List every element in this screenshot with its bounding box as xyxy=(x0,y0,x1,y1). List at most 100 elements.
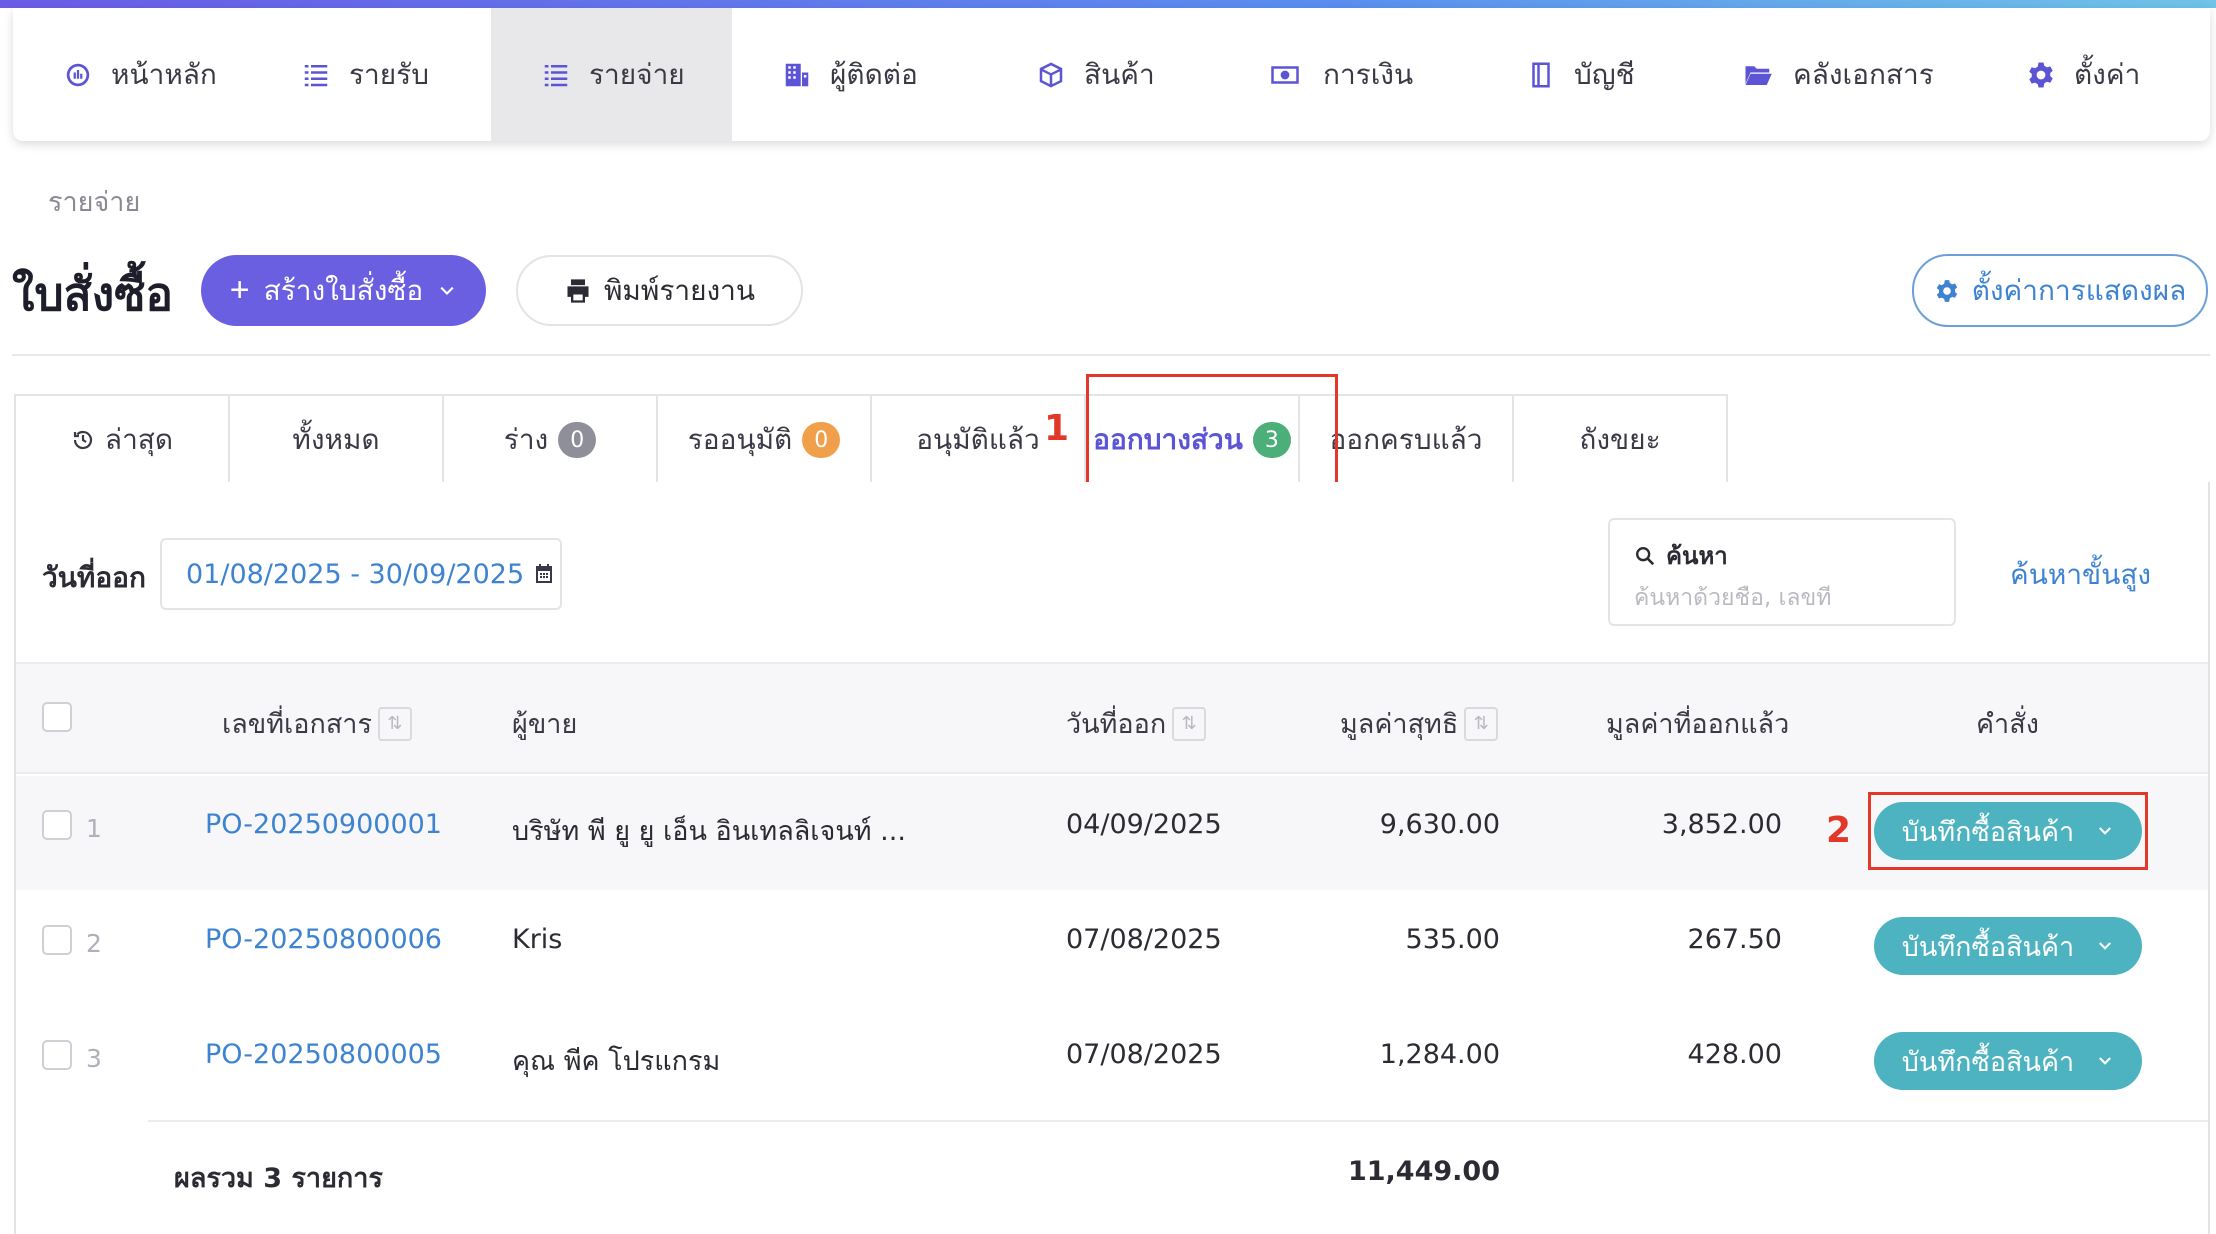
tab-awaiting-approval[interactable]: รออนุมัติ 0 xyxy=(656,394,872,484)
tab-all[interactable]: ทั้งหมด xyxy=(228,394,444,484)
page-title: ใบสั่งซื้อ xyxy=(12,267,174,321)
vendor-name: บริษัท พี ยู ยู เอ็น อินเทลลิเจนท์ ... xyxy=(512,816,906,847)
expense-list-icon xyxy=(541,60,571,90)
date-range-value: 01/08/2025 - 30/09/2025 xyxy=(186,558,525,590)
history-icon xyxy=(73,430,93,450)
tab-label: อนุมัติแล้ว xyxy=(916,423,1040,456)
nav-item-expense[interactable]: รายจ่าย xyxy=(491,8,732,141)
nav-item-label: ตั้งค่า xyxy=(2074,57,2141,91)
breadcrumb[interactable]: รายจ่าย xyxy=(48,180,140,223)
column-header-net-value[interactable]: มูลค่าสุทธิ ⇅ xyxy=(1340,702,1499,745)
sort-icon[interactable]: ⇅ xyxy=(1172,706,1207,741)
highlight-box-action xyxy=(1868,792,2148,870)
print-report-button[interactable]: พิมพ์รายงาน xyxy=(516,255,803,326)
search-box[interactable]: ค้นหา xyxy=(1608,518,1956,626)
column-header-label: มูลค่าที่ออกแล้ว xyxy=(1606,709,1790,740)
record-purchase-button[interactable]: บันทึกซื้อสินค้า xyxy=(1874,1032,2142,1090)
nav-item-documents[interactable]: คลังเอกสาร xyxy=(1691,8,1976,141)
nav-item-label: สินค้า xyxy=(1084,57,1155,91)
highlight-box-tab xyxy=(1086,374,1338,486)
nav-item-home[interactable]: หน้าหลัก xyxy=(13,8,251,141)
net-value: 9,630.00 xyxy=(1379,809,1500,840)
nav-item-finance[interactable]: การเงิน xyxy=(1215,8,1476,141)
column-header-issue-date[interactable]: วันที่ออก ⇅ xyxy=(1066,702,1207,745)
row-index: 3 xyxy=(86,1044,102,1073)
row-checkbox[interactable] xyxy=(42,925,72,955)
tab-label: ล่าสุด xyxy=(104,423,174,456)
column-header-doc-no[interactable]: เลขที่เอกสาร ⇅ xyxy=(222,702,412,745)
advanced-search-link[interactable]: ค้นหาขั้นสูง xyxy=(2010,553,2151,597)
column-header-command: คำสั่ง xyxy=(1976,702,2039,745)
record-purchase-label: บันทึกซื้อสินค้า xyxy=(1901,931,2075,962)
callout-number-2: 2 xyxy=(1826,810,1852,851)
search-input[interactable] xyxy=(1634,585,1924,611)
nav-item-label: รายจ่าย xyxy=(589,57,685,91)
tab-draft[interactable]: ร่าง 0 xyxy=(442,394,658,484)
folder-icon xyxy=(1741,60,1775,90)
select-all-checkbox[interactable] xyxy=(42,702,72,732)
sort-icon[interactable]: ⇅ xyxy=(1464,706,1499,741)
nav-item-label: รายรับ xyxy=(349,57,429,91)
column-header-vendor: ผู้ขาย xyxy=(512,702,577,745)
net-value: 1,284.00 xyxy=(1379,1039,1500,1070)
tab-label: ออกครบแล้ว xyxy=(1329,423,1483,456)
issue-date: 07/08/2025 xyxy=(1066,924,1222,955)
top-accent-bar xyxy=(0,0,2216,8)
nav-item-accounting[interactable]: บัญชี xyxy=(1476,8,1691,141)
issued-value: 3,852.00 xyxy=(1661,809,1782,840)
header-divider xyxy=(12,354,2210,356)
search-title-label: ค้นหา xyxy=(1666,542,1728,570)
column-header-label: วันที่ออก xyxy=(1066,709,1167,740)
sort-icon[interactable]: ⇅ xyxy=(377,706,412,741)
record-purchase-label: บันทึกซื้อสินค้า xyxy=(1901,1046,2075,1077)
issue-date: 04/09/2025 xyxy=(1066,809,1222,840)
row-index: 1 xyxy=(86,814,102,843)
income-list-icon xyxy=(301,60,331,90)
tab-latest[interactable]: ล่าสุด xyxy=(14,394,230,484)
nav-item-label: การเงิน xyxy=(1323,57,1414,91)
gear-icon xyxy=(2026,60,2056,90)
count-badge: 0 xyxy=(558,422,597,458)
nav-item-label: คลังเอกสาร xyxy=(1793,57,1934,91)
document-number-link[interactable]: PO-20250900001 xyxy=(205,809,442,840)
nav-item-income[interactable]: รายรับ xyxy=(251,8,491,141)
main-nav: หน้าหลัก รายรับ รายจ่าย ผู้ติดต่อ สินค้า… xyxy=(13,8,2210,141)
nav-item-products[interactable]: สินค้า xyxy=(986,8,1215,141)
chevron-down-icon xyxy=(2099,1057,2112,1065)
callout-number-1: 1 xyxy=(1044,408,1070,449)
printer-icon xyxy=(567,278,589,303)
total-net-value: 11,449.00 xyxy=(1347,1156,1500,1187)
search-title: ค้นหา xyxy=(1634,536,1930,575)
tab-label: ร่าง xyxy=(503,423,549,456)
dashboard-icon xyxy=(63,60,93,90)
column-header-issued-value: มูลค่าที่ออกแล้ว xyxy=(1606,702,1789,745)
tab-label: ถังขยะ xyxy=(1579,423,1661,456)
status-tabs: ล่าสุด ทั้งหมด ร่าง 0 รออนุมัติ 0 อนุมัต… xyxy=(14,394,1728,484)
tab-trash[interactable]: ถังขยะ xyxy=(1512,394,1728,484)
create-purchase-order-label: สร้างใบสั่งซื้อ xyxy=(263,274,424,306)
plus-icon: + xyxy=(229,271,250,309)
table-footer-divider xyxy=(148,1120,2208,1122)
total-items-label: ผลรวม 3 รายการ xyxy=(174,1163,383,1194)
display-settings-button[interactable]: ตั้งค่าการแสดงผล xyxy=(1912,254,2208,327)
nav-item-label: ผู้ติดต่อ xyxy=(830,57,918,91)
create-purchase-order-button[interactable]: + สร้างใบสั่งซื้อ xyxy=(201,255,486,326)
issued-value: 267.50 xyxy=(1687,924,1782,955)
date-range-picker[interactable]: 01/08/2025 - 30/09/2025 xyxy=(160,538,562,610)
nav-item-contacts[interactable]: ผู้ติดต่อ xyxy=(732,8,986,141)
document-number-link[interactable]: PO-20250800005 xyxy=(205,1039,442,1070)
column-header-label: เลขที่เอกสาร xyxy=(222,709,372,740)
print-report-label: พิมพ์รายงาน xyxy=(603,274,756,306)
document-number-link[interactable]: PO-20250800006 xyxy=(205,924,442,955)
count-badge: 0 xyxy=(802,422,841,458)
issue-date-filter-label: วันที่ออก xyxy=(42,561,146,594)
record-purchase-button[interactable]: บันทึกซื้อสินค้า xyxy=(1874,917,2142,975)
row-checkbox[interactable] xyxy=(42,1040,72,1070)
chevron-down-icon xyxy=(440,286,454,295)
row-checkbox[interactable] xyxy=(42,810,72,840)
column-header-label: ผู้ขาย xyxy=(512,709,578,740)
gear-icon xyxy=(1936,279,1957,302)
chevron-down-icon xyxy=(2099,942,2112,950)
nav-item-settings[interactable]: ตั้งค่า xyxy=(1976,8,2210,141)
row-index: 2 xyxy=(86,929,102,958)
